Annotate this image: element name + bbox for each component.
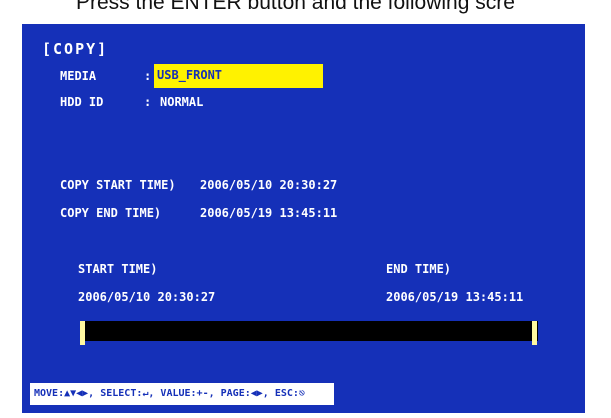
copy-start-time-label: COPY START TIME) [60,178,176,192]
start-time-value: 2006/05/10 20:30:27 [78,290,216,304]
copy-start-time-value[interactable]: 2006/05/10 20:30:27 [200,178,337,192]
end-time-value: 2006/05/19 13:45:11 [386,290,524,304]
start-time-label: START TIME) [78,262,158,276]
copy-end-time-label: COPY END TIME) [60,206,162,220]
media-label: MEDIA [60,69,97,83]
range-end-marker[interactable] [532,321,537,345]
hdd-id-separator: : [144,95,152,109]
hdd-id-label: HDD ID [60,95,104,109]
media-separator: : [144,69,152,83]
range-start-marker[interactable] [80,321,85,345]
caption-bar: Press the ENTER button and the following… [0,0,611,22]
hdd-id-value[interactable]: NORMAL [160,95,203,109]
menu-title: [COPY] [42,40,109,58]
copy-end-time-value[interactable]: 2006/05/19 13:45:11 [200,206,337,220]
end-time-label: END TIME) [386,262,452,276]
caption-text: Press the ENTER button and the following… [76,0,515,14]
media-select[interactable]: USB_FRONT [154,64,323,88]
time-range-bar[interactable] [80,321,538,341]
help-bar: MOVE:▲▼◀▶, SELECT:↵, VALUE:+-, PAGE:◀▶, … [30,383,334,405]
dvr-osd-screen: [COPY] MEDIA : USB_FRONT HDD ID : NORMAL… [22,24,585,413]
